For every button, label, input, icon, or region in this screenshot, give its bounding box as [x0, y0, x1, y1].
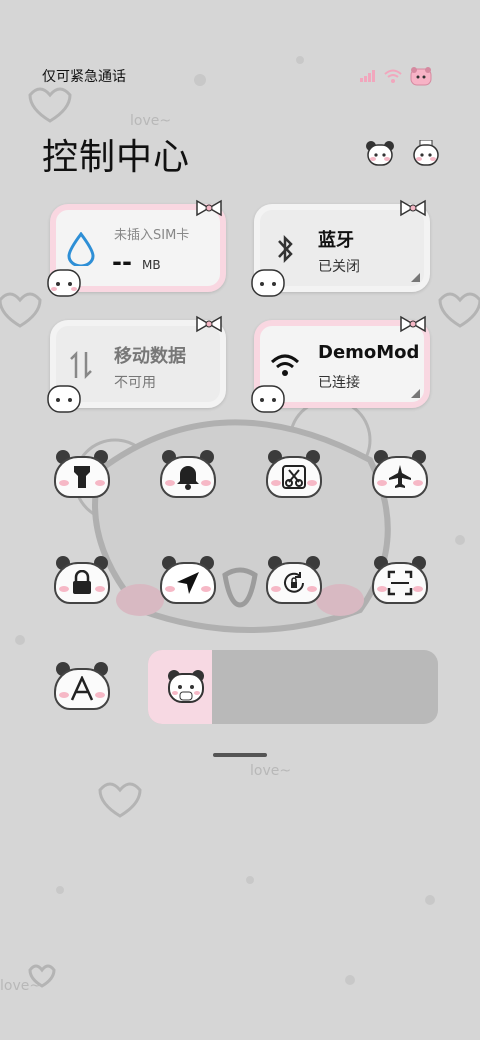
tile-wifi[interactable]: DemoMod 已连接 — [251, 315, 430, 413]
tile-data-usage[interactable]: 未插入SIM卡 -- MB — [47, 199, 226, 297]
airplane-button[interactable] — [372, 450, 428, 498]
bow-icon — [196, 315, 222, 333]
airplane-icon — [389, 465, 411, 488]
bear-sticker-icon — [47, 385, 81, 413]
location-arrow-icon — [177, 572, 199, 594]
page-title: 控制中心 — [42, 137, 191, 178]
bear-sticker-icon — [251, 269, 285, 297]
bell-icon — [177, 466, 199, 490]
font-button[interactable] — [54, 662, 110, 710]
water-drop-icon — [67, 232, 95, 266]
bear-sticker-icon — [47, 269, 81, 297]
rotation-lock-icon — [284, 572, 304, 593]
bow-icon — [196, 199, 222, 217]
scan-icon — [387, 570, 413, 596]
lock-icon — [73, 570, 91, 594]
screenshot-button[interactable] — [266, 450, 322, 498]
tile-mobile-data[interactable]: 移动数据 不可用 — [47, 315, 226, 413]
data-usage-unit: MB — [142, 258, 161, 272]
bear-brightness-icon — [168, 670, 204, 703]
wifi-icon — [270, 354, 300, 376]
svg-text:love~: love~ — [250, 763, 291, 779]
bear-sticker-icon — [251, 385, 285, 413]
data-arrows-icon — [70, 350, 92, 380]
location-button[interactable] — [160, 556, 216, 604]
battery-bear-icon — [410, 67, 432, 86]
scanner-button[interactable] — [372, 556, 428, 604]
tile-status: 不可用 — [114, 375, 156, 391]
sim-label: 未插入SIM卡 — [114, 228, 190, 243]
drag-handle[interactable] — [213, 753, 267, 757]
data-usage-value: -- — [112, 248, 132, 276]
tile-bluetooth[interactable]: 蓝牙 已关闭 — [251, 199, 430, 297]
bow-icon — [400, 199, 426, 217]
tile-status: 已关闭 — [318, 259, 360, 275]
expand-corner-icon — [411, 389, 420, 398]
mute-button[interactable] — [160, 450, 216, 498]
tile-label: 移动数据 — [114, 346, 186, 367]
header-decorations — [366, 140, 440, 166]
svg-text:love~: love~ — [0, 978, 41, 994]
brightness-slider[interactable] — [148, 650, 438, 724]
tile-label: 蓝牙 — [318, 230, 354, 251]
svg-text:love~: love~ — [130, 113, 171, 129]
bear-sticker-icon — [366, 141, 394, 166]
lock-screen-button[interactable] — [54, 556, 110, 604]
scissors-icon — [282, 465, 306, 489]
bluetooth-icon — [278, 234, 293, 264]
status-icons — [360, 66, 432, 86]
wifi-icon — [384, 69, 402, 83]
flashlight-icon — [74, 466, 90, 488]
bow-icon — [400, 315, 426, 333]
font-a-icon — [70, 676, 94, 701]
flashlight-button[interactable] — [54, 450, 110, 498]
rotation-lock-button[interactable] — [266, 556, 322, 604]
nurse-bear-sticker-icon — [413, 140, 439, 166]
signal-icon — [360, 70, 375, 82]
tile-label: DemoMod — [318, 342, 420, 363]
expand-corner-icon — [411, 273, 420, 282]
status-carrier-text: 仅可紧急通话 — [42, 69, 126, 85]
tile-status: 已连接 — [318, 375, 360, 391]
